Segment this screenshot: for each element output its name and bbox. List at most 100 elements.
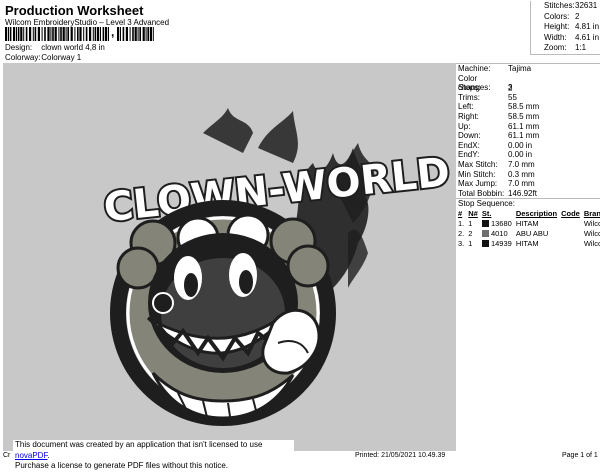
notice-text: This document was created by an applicat… <box>15 440 263 449</box>
machine-label: Max Jump: <box>458 179 498 189</box>
nose <box>152 292 174 314</box>
machine-row: EndX: 0.00 in <box>456 141 600 151</box>
needle-num: 2 <box>468 228 473 238</box>
stat-label: Zoom: <box>544 43 567 52</box>
machine-value: 58.5 mm <box>508 111 540 121</box>
stat-row: Stitches:32631 <box>544 1 600 12</box>
printed-timestamp: Printed: 21/05/2021 10.49.39 <box>355 452 446 459</box>
barcode-bar <box>44 27 46 41</box>
code <box>559 228 582 238</box>
color-swatch <box>481 220 489 228</box>
machine-value: 61.1 mm <box>508 121 540 131</box>
barcode-bar <box>147 27 149 41</box>
barcode-bar <box>34 27 37 41</box>
code <box>559 218 582 228</box>
machine-label: Up: <box>458 121 471 131</box>
color-swatch <box>481 240 489 248</box>
novapdf-link[interactable]: novaPDF <box>15 451 47 460</box>
machine-row: Stops: 3 <box>456 83 600 93</box>
stat-row: Width: 4.61 in <box>544 33 600 44</box>
stats-panel: Stitches:32631 Colors: 2 Height: 4.81 in Widt… <box>530 1 600 55</box>
stop-sequence-table: # N#St. DescriptionCodeBrand 1.1 13680HITA… <box>456 209 600 248</box>
barcode-bar <box>77 27 79 41</box>
barcode-bar <box>23 27 25 41</box>
stat-value: 4.81 in <box>575 22 600 31</box>
machine-row: EndY: 0.00 in <box>456 150 600 160</box>
barcode-bar <box>65 27 67 41</box>
brand: Wilcom <box>583 238 600 248</box>
barcode-bar <box>134 27 137 41</box>
stat-value: 32631 <box>575 1 598 10</box>
barcode-bar <box>94 27 97 41</box>
row-num: 2. <box>458 228 465 238</box>
barcode-bar <box>74 27 76 41</box>
barcode-bar <box>149 27 152 41</box>
machine-row: Total Bobbin: 146.92ft <box>456 189 600 199</box>
stat-value: 1:1 <box>575 43 587 52</box>
barcode-bar <box>79 27 82 41</box>
machine-row: Right: 58.5 mm <box>456 112 600 122</box>
barcode-bar <box>9 27 12 41</box>
colorway-label: Colorway: <box>5 53 41 62</box>
machine-label: Right: <box>458 111 479 121</box>
machine-label: Max Stitch: <box>458 159 498 169</box>
stitch-count: 14939 <box>480 238 514 248</box>
barcode-bar <box>125 27 128 41</box>
barcode-bar <box>16 27 17 41</box>
column-header: Brand <box>583 209 600 219</box>
table-row: 3.1 14939HITAM Wilcom <box>456 238 600 248</box>
stop-sequence-title: Stop Sequence: <box>456 198 600 209</box>
code <box>559 238 582 248</box>
machine-row: Machine: Tajima <box>456 64 600 74</box>
table-row: 1.1 13680HITAM Wilcom <box>456 218 600 228</box>
stat-row: Colors: 2 <box>544 12 600 23</box>
machine-value: 55 <box>508 92 517 102</box>
machine-value: 0.00 in <box>508 150 533 160</box>
barcode-bar <box>17 27 20 41</box>
column-header: St. <box>481 209 492 219</box>
machine-panel: Machine: Tajima Color changes: 2 Stops: 3 Trim… <box>456 63 600 451</box>
machine-label: Machine: <box>458 64 491 73</box>
needle-num: 1 <box>468 218 473 228</box>
machine-row: Max Jump: 7.0 mm <box>456 179 600 189</box>
barcode-bar <box>67 27 69 41</box>
barcode-bar <box>50 27 52 41</box>
machine-value: 146.92ft <box>508 188 537 198</box>
barcode-bar <box>52 27 54 41</box>
barcode-bar <box>41 27 43 41</box>
barcode <box>5 27 109 41</box>
barcode-bar <box>25 27 28 41</box>
footer-left-text: Cr <box>3 452 11 459</box>
barcode-bar <box>145 27 147 41</box>
app-subtitle: Wilcom EmbroideryStudio – Level 3 Advanc… <box>5 18 170 27</box>
notice-period: . <box>47 450 50 460</box>
page-number: Page 1 of 1 <box>562 452 598 459</box>
machine-label: EndY: <box>458 150 480 160</box>
machine-value: 61.1 mm <box>508 131 540 141</box>
stat-label: Colors: <box>544 11 570 21</box>
machine-label: Total Bobbin: <box>458 188 505 198</box>
stat-row: Height: 4.81 in <box>544 22 600 33</box>
stitch-count: 13680 <box>480 218 514 228</box>
stat-row: Zoom: 1:1 <box>544 43 600 54</box>
design-value: clown world 4,8 in <box>41 43 105 52</box>
barcode-bar <box>85 27 88 41</box>
design-preview: CLOWN-WORLD <box>3 63 456 451</box>
embroidery-artwork: CLOWN-WORLD <box>100 108 454 426</box>
stat-value: 4.61 in <box>575 32 600 42</box>
row-num: 3. <box>458 238 465 248</box>
barcode-bar <box>92 27 94 41</box>
machine-value: 58.5 mm <box>508 102 540 112</box>
license-notice: This document was created by an applicat… <box>13 440 294 470</box>
machine-info: Machine: Tajima Color changes: 2 Stops: 3 Trim… <box>456 64 600 198</box>
machine-label: EndX: <box>458 140 480 150</box>
barcode-bar <box>105 27 108 41</box>
machine-value: 0.00 in <box>508 140 533 150</box>
barcode-bar <box>37 27 40 41</box>
machine-label: Trims: <box>458 92 480 102</box>
needle-num: 1 <box>468 238 473 248</box>
barcode-bar <box>32 27 34 41</box>
column-header: N# <box>468 209 478 219</box>
machine-row: Color changes: 2 <box>456 74 600 93</box>
barcode-bar <box>47 27 50 41</box>
